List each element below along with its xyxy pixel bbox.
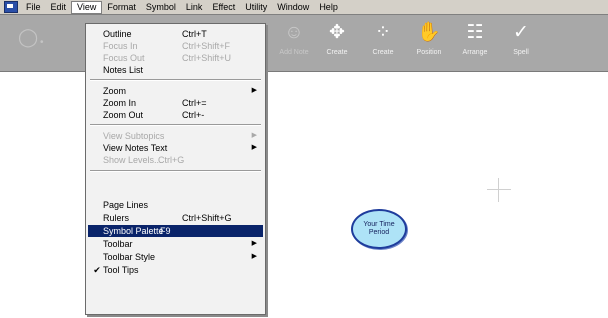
- submenu-arrow-icon: ▶: [251, 144, 257, 151]
- spell-label: Spell: [513, 49, 529, 56]
- menu-item-notes-list[interactable]: Notes List: [88, 64, 263, 76]
- arrange-icon: ☷: [466, 22, 484, 43]
- menu-symbol[interactable]: Symbol: [141, 1, 181, 14]
- menu-separator: [90, 124, 261, 126]
- menu-view[interactable]: View: [71, 0, 103, 14]
- create-link-icon: ✥: [329, 22, 345, 43]
- menu-item-toolbar[interactable]: Toolbar ▶: [88, 238, 263, 250]
- arrange-label: Arrange: [462, 49, 488, 56]
- add-note-tool-button[interactable]: ☺ Add Note: [270, 18, 318, 66]
- menu-edit[interactable]: Edit: [46, 1, 72, 14]
- create-link-label: Create: [326, 49, 348, 56]
- toolbar-ghost-dot-icon: •: [40, 37, 44, 48]
- menu-item-zoom-out[interactable]: Zoom Out Ctrl+-: [88, 109, 263, 121]
- menu-item-rulers[interactable]: Rulers Ctrl+Shift+G: [88, 212, 263, 224]
- diagram-symbol-text: Your Time Period: [363, 221, 395, 236]
- menu-item-page-lines[interactable]: Page Lines: [88, 199, 263, 211]
- position-tool-button[interactable]: ✋ Position: [405, 18, 453, 66]
- menu-link[interactable]: Link: [181, 1, 208, 14]
- position-hand-icon: ✋: [417, 22, 441, 43]
- menu-help[interactable]: Help: [314, 1, 343, 14]
- menu-item-focus-in[interactable]: Focus In Ctrl+Shift+F: [88, 40, 263, 52]
- menu-item-zoom-in[interactable]: Zoom In Ctrl+=: [88, 97, 263, 109]
- position-label: Position: [416, 49, 442, 56]
- menu-separator: [90, 170, 261, 172]
- menu-file[interactable]: File: [21, 1, 46, 14]
- submenu-arrow-icon: ▶: [251, 253, 257, 260]
- app-icon[interactable]: [4, 1, 18, 13]
- menu-item-zoom[interactable]: Zoom ▶: [88, 85, 263, 97]
- menu-window[interactable]: Window: [272, 1, 314, 14]
- menu-item-tool-tips[interactable]: ✔ Tool Tips: [88, 264, 263, 276]
- menu-item-symbol-palette[interactable]: Symbol Palette F9: [88, 225, 263, 237]
- submenu-arrow-icon: ▶: [251, 132, 257, 139]
- create-link-tool-button[interactable]: ✥ Create: [313, 18, 361, 66]
- create-symbol-tool-button[interactable]: ⁘ Create: [359, 18, 407, 66]
- crosshair-cursor-icon: [479, 178, 519, 202]
- menu-item-view-notes-text[interactable]: View Notes Text ▶: [88, 142, 263, 154]
- menu-effect[interactable]: Effect: [207, 1, 240, 14]
- toolbar-ghost-icon: ◯: [18, 27, 39, 47]
- menu-item-outline[interactable]: Outline Ctrl+T: [88, 28, 263, 40]
- add-note-icon: ☺: [284, 22, 304, 43]
- submenu-arrow-icon: ▶: [251, 87, 257, 94]
- menu-utility[interactable]: Utility: [240, 1, 272, 14]
- check-icon: ✔: [93, 265, 101, 275]
- create-symbol-label: Create: [372, 49, 394, 56]
- menu-item-focus-out[interactable]: Focus Out Ctrl+Shift+U: [88, 52, 263, 64]
- menu-separator: [90, 79, 261, 81]
- arrange-tool-button[interactable]: ☷ Arrange: [451, 18, 499, 66]
- menu-bar: File Edit View Format Symbol Link Effect…: [0, 0, 608, 15]
- spell-tool-button[interactable]: ✓ Spell: [497, 18, 545, 66]
- menu-item-view-subtopics[interactable]: View Subtopics ▶: [88, 130, 263, 142]
- view-menu-dropdown: Outline Ctrl+T Focus In Ctrl+Shift+F Foc…: [85, 23, 266, 315]
- menu-item-toolbar-style[interactable]: Toolbar Style ▶: [88, 251, 263, 263]
- create-symbol-icon: ⁘: [375, 22, 391, 43]
- submenu-arrow-icon: ▶: [251, 240, 257, 247]
- diagram-symbol[interactable]: Your Time Period: [351, 209, 407, 249]
- menu-format[interactable]: Format: [102, 1, 141, 14]
- spell-check-icon: ✓: [513, 22, 529, 43]
- menu-item-show-levels[interactable]: Show Levels... Ctrl+G: [88, 154, 263, 166]
- add-note-label: Add Note: [279, 49, 309, 56]
